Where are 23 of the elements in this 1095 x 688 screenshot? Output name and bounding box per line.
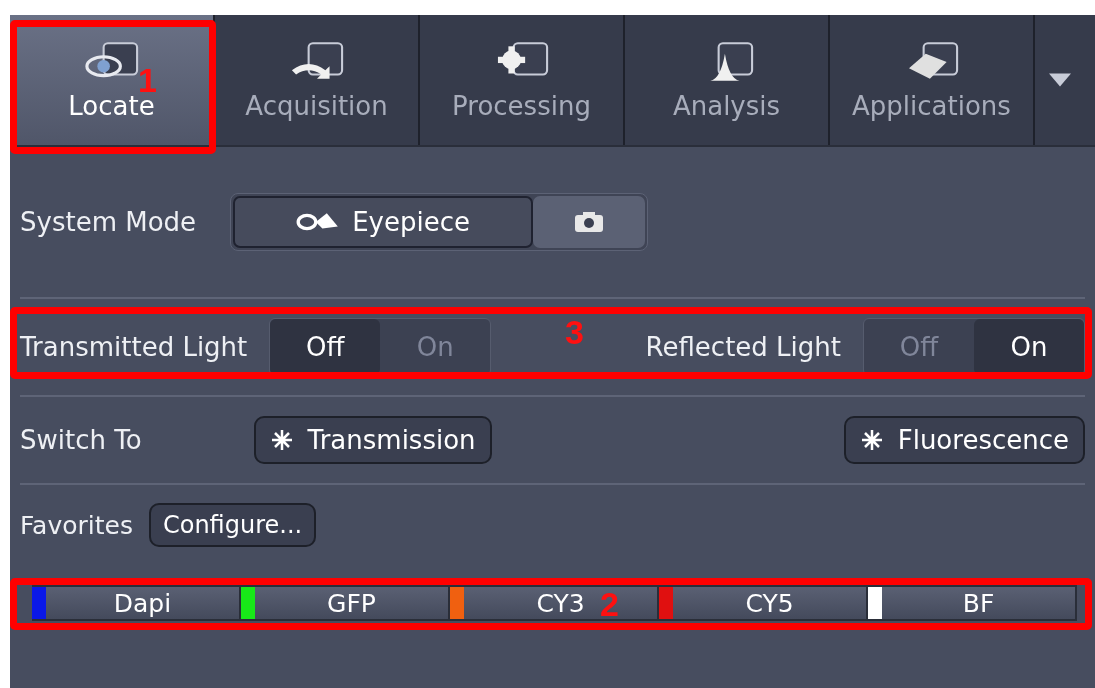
field-label: Reflected Light [645,332,841,362]
field-label: Switch To [20,425,142,455]
toggle-option[interactable]: On [974,319,1084,375]
channel-button[interactable]: BF [868,587,1075,619]
annotation-number: 1 [138,63,157,97]
dropdown-arrow-icon[interactable] [1049,73,1071,87]
sparkle-icon [269,428,294,452]
field-label: System Mode [20,207,197,237]
channel-button[interactable]: GFP [241,587,448,619]
switch-button[interactable]: Fluorescence [843,416,1085,464]
channel-button[interactable]: Dapi [32,587,239,619]
sparkle-icon [859,428,884,452]
eyepiece-button[interactable]: Eyepiece [233,196,534,248]
field-label: Favorites [20,510,133,540]
annotation-number: 3 [565,315,584,349]
toggle-option[interactable]: Off [270,319,381,375]
switch-button[interactable]: Transmission [253,416,492,464]
channel-button[interactable]: CY5 [659,587,866,619]
configure-button[interactable]: Configure... [148,503,317,547]
field-label: Transmitted Light [20,332,248,362]
camera-icon [574,211,605,233]
camera-button[interactable] [533,196,646,248]
annotation-number: 2 [600,587,619,621]
